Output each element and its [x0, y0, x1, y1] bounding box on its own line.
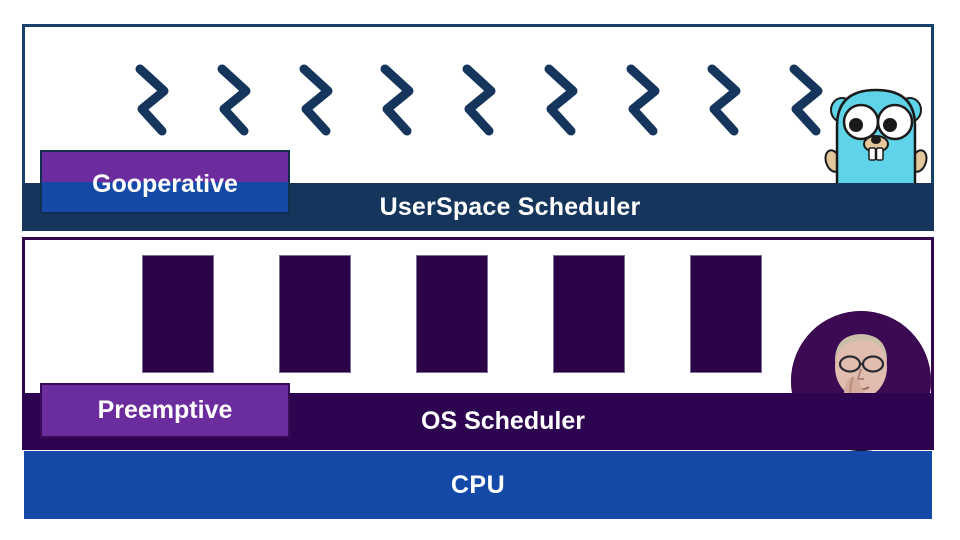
gooperative-badge-label: Gooperative: [92, 169, 238, 198]
cpu-label: CPU: [450, 470, 506, 499]
preemptive-badge-label: Preemptive: [97, 396, 233, 424]
preemptive-badge: Preemptive: [40, 383, 290, 438]
gooperative-badge: Gooperative: [40, 150, 290, 214]
cpu-bar: CPU: [24, 451, 932, 519]
scheduling-model-diagram: UserSpace Scheduler Gooperative OS Sched…: [0, 0, 960, 540]
userspace-scheduler-label: UserSpace Scheduler: [379, 192, 641, 221]
os-scheduler-label: OS Scheduler: [421, 407, 585, 435]
